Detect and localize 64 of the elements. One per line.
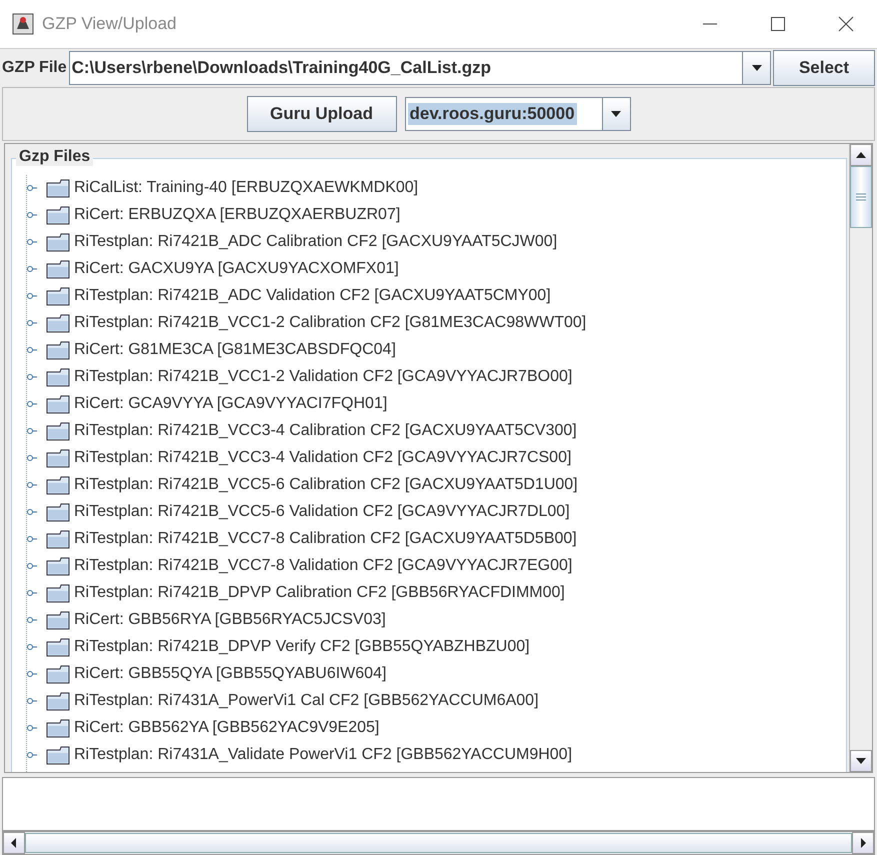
tree-item[interactable]: RiCert: GACXU9YA [GACXU9YACXOMFX01] (74, 260, 399, 278)
folder-icon (46, 610, 70, 630)
folder-icon (46, 664, 70, 684)
tree-item[interactable]: RiTestplan: Ri7421B_VCC1-2 Validation CF2 [GCA9VYYACJR7BO00] (74, 368, 572, 386)
horizontal-scrollbar[interactable] (2, 831, 875, 855)
output-field[interactable] (2, 777, 875, 831)
file-path-combo[interactable]: C:\Users\rbene\Downloads\Training40G_CalList.gzp (68, 50, 771, 85)
maximize-icon (770, 16, 786, 32)
select-button[interactable]: Select (773, 50, 875, 86)
guru-upload-button[interactable]: Guru Upload (246, 96, 396, 132)
tree-item[interactable]: RiCalList: Training-40 [ERBUZQXAEWKMDK00] (74, 179, 418, 198)
folder-icon (46, 286, 70, 306)
tree-item[interactable]: RiCert: GCA9VYYA [GCA9VYYACI7FQH01] (74, 395, 388, 414)
file-label: GZP File (2, 58, 67, 77)
scroll-down-button[interactable] (850, 750, 872, 772)
folder-icon (46, 502, 70, 522)
folder-icon (46, 178, 70, 198)
tree-item[interactable]: RiTestplan: Ri7421B_DPVP Verify CF2 [GBB55QYABZHBZU00] (74, 638, 530, 656)
folder-icon (46, 340, 70, 360)
folder-icon (46, 529, 70, 550)
minimize-icon (702, 23, 718, 25)
scrollbar-thumb[interactable] (25, 833, 852, 853)
tree-item[interactable]: RiTestplan: Ri7431A_PowerVi1 Cal CF2 [GBB562YACCUM6A00] (74, 692, 539, 710)
folder-icon (46, 448, 70, 468)
scroll-left-button[interactable] (3, 832, 25, 854)
folder-icon (46, 313, 70, 334)
tree-item[interactable]: RiTestplan: Ri7421B_VCC5-6 Calibration CF2 [GACXU9YAAT5D1U00] (74, 476, 578, 494)
tree-item[interactable]: RiTestplan: Ri7421B_VCC5-6 Validation CF2 [GCA9VYYACJR7DL00] (74, 503, 570, 522)
tree-item[interactable]: RiTestplan: Ri7421B_VCC7-8 Calibration CF2 [GACXU9YAAT5D5B00] (74, 530, 577, 548)
tree-item[interactable]: RiCert: G81ME3CA [G81ME3CABSDFQC04] (74, 341, 396, 360)
tree-item[interactable]: RiCert: GBB56RYA [GBB56RYAC5JCSV03] (74, 611, 386, 630)
tree-item[interactable]: RiTestplan: Ri7421B_DPVP Calibration CF2 [GBB56RYACFDIMM00] (74, 584, 565, 602)
tree-item[interactable]: RiTestplan: Ri7431A_Validate PowerVi1 CF2 [GBB562YACCUM9H00] (74, 746, 572, 764)
dropdown-button[interactable] (742, 52, 770, 84)
folder-icon (46, 259, 70, 280)
scroll-up-button[interactable] (850, 144, 872, 166)
tree-item[interactable]: RiTestplan: Ri7421B_VCC7-8 Validation CF2 [GCA9VYYACJR7EG00] (74, 557, 572, 576)
folder-icon (46, 475, 70, 496)
folder-icon (46, 745, 70, 766)
folder-icon (46, 691, 70, 712)
tree-item[interactable]: RiTestplan: Ri7421B_VCC3-4 Calibration CF2 [GACXU9YAAT5CV300] (74, 422, 577, 440)
folder-icon (46, 394, 70, 414)
folder-icon (46, 367, 70, 388)
tree-item[interactable]: RiTestplan: Ri7421B_VCC1-2 Calibration CF2 [G81ME3CAC98WWT00] (74, 314, 586, 332)
server-combo[interactable]: dev.roos.guru:50000 (404, 96, 630, 131)
folder-icon (46, 718, 70, 738)
tree-item[interactable]: RiCert: ERBUZQXA [ERBUZQXAERBUZR07] (74, 206, 400, 224)
folder-icon (46, 583, 70, 604)
tree-item[interactable]: RiTestplan: Ri7421B_ADC Validation CF2 [GACXU9YAAT5CMY00] (74, 287, 551, 306)
folder-icon (46, 232, 70, 252)
scroll-right-button[interactable] (852, 832, 874, 854)
tree-item[interactable]: RiCert: GBB55QYA [GBB55QYABU6IW604] (74, 665, 386, 684)
tree-item[interactable]: RiCert: GBB562YA [GBB562YAC9V9E205] (74, 719, 380, 738)
panel-title: Gzp Files (16, 148, 94, 166)
window-title: GZP View/Upload (42, 14, 178, 34)
folder-icon (46, 205, 70, 226)
folder-icon (46, 421, 70, 442)
dropdown-button[interactable] (602, 98, 630, 130)
tree-item[interactable]: RiTestplan: Ri7421B_ADC Calibration CF2 [GACXU9YAAT5CJW00] (74, 233, 558, 252)
folder-icon (46, 637, 70, 658)
folder-icon (46, 556, 70, 576)
tree-item[interactable]: RiTestplan: Ri7421B_VCC3-4 Validation CF2 [GCA9VYYACJR7CS00] (74, 449, 572, 468)
scrollbar-thumb[interactable] (850, 166, 872, 228)
close-icon (838, 16, 854, 32)
